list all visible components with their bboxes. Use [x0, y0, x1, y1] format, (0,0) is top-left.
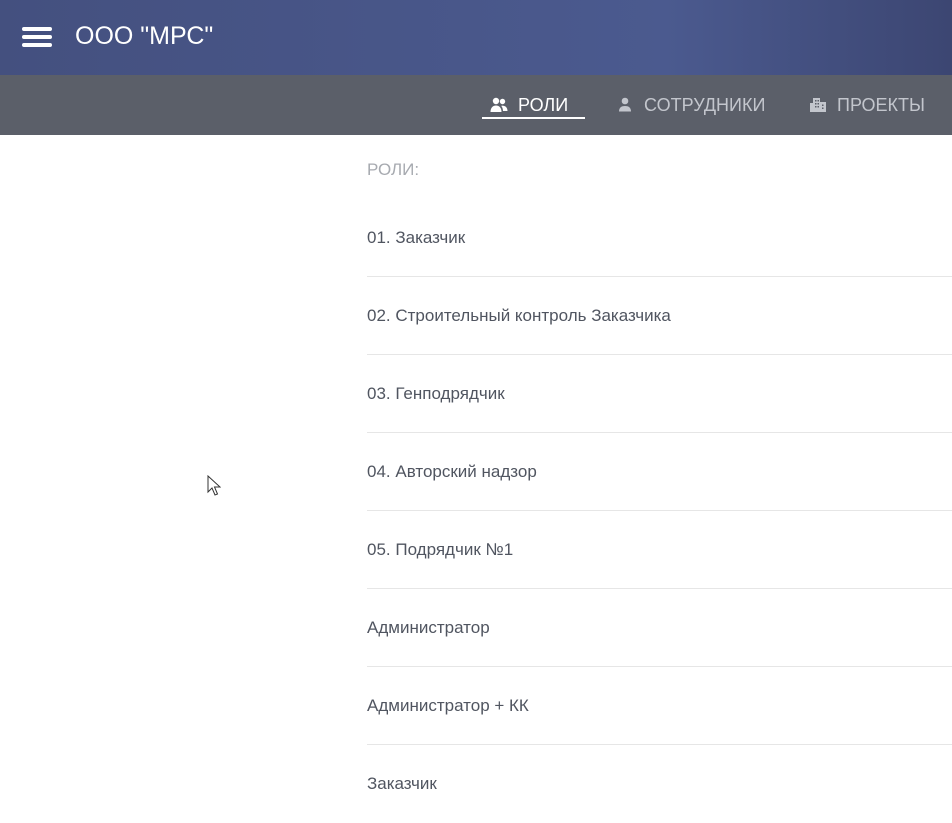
role-item[interactable]: Администратор + КК — [367, 667, 952, 745]
tab-projects-label: ПРОЕКТЫ — [837, 94, 925, 115]
tab-projects[interactable]: ПРОЕКТЫ — [809, 75, 925, 135]
person-icon — [619, 97, 631, 112]
app-header: ООО "МРС" — [0, 0, 952, 75]
hamburger-menu-icon-bar — [22, 43, 52, 47]
role-item[interactable]: 04. Авторский надзор — [367, 433, 952, 511]
tab-employees[interactable]: СОТРУДНИКИ — [616, 75, 765, 135]
app-title: ООО "МРС" — [75, 22, 214, 50]
people-icon — [490, 97, 508, 112]
section-title: РОЛИ: — [367, 160, 420, 179]
role-item[interactable]: 01. Заказчик — [367, 199, 952, 277]
buildings-icon — [810, 98, 826, 112]
role-item[interactable]: 05. Подрядчик №1 — [367, 511, 952, 589]
role-item[interactable]: Администратор — [367, 589, 952, 667]
role-item[interactable]: Заказчик — [367, 745, 952, 823]
tab-employees-label: СОТРУДНИКИ — [644, 94, 766, 115]
menu-button[interactable] — [20, 23, 54, 51]
role-item[interactable]: 03. Генподрядчик — [367, 355, 952, 433]
role-list: 01. Заказчик 02. Строительный контроль З… — [367, 199, 952, 823]
tab-roles-label: РОЛИ — [518, 94, 569, 115]
tab-roles[interactable]: РОЛИ — [490, 75, 568, 135]
role-item[interactable]: 02. Строительный контроль Заказчика — [367, 277, 952, 355]
tab-bar: РОЛИ СОТРУДНИКИ ПРОЕКТЫ — [0, 75, 952, 135]
main-content: РОЛИ: 01. Заказчик 02. Строительный конт… — [0, 135, 952, 800]
active-tab-indicator — [482, 117, 585, 119]
mouse-cursor-icon — [207, 475, 221, 496]
hamburger-menu-icon-bar — [22, 35, 52, 39]
hamburger-menu-icon — [22, 27, 52, 31]
